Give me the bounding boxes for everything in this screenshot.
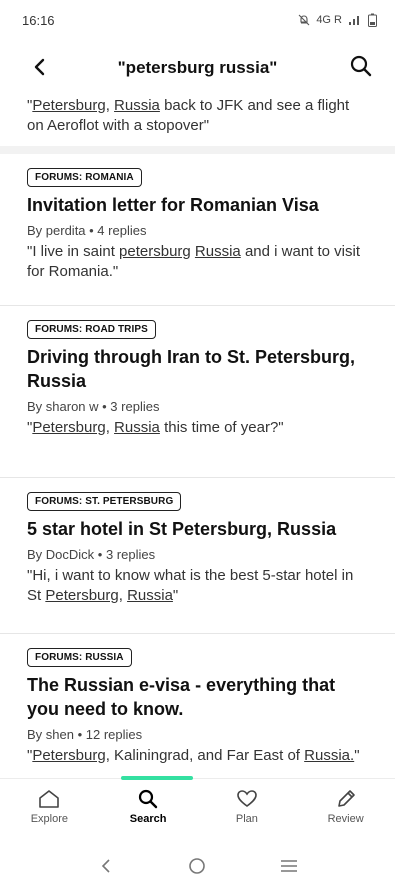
pencil-icon (337, 790, 355, 807)
highlight-term: petersburg (119, 243, 191, 260)
tab-label: Explore (30, 813, 69, 825)
result-meta: By shen • 12 replies (27, 727, 143, 742)
category-badge: FORUMS: RUSSIA (27, 648, 132, 667)
tab-review[interactable]: Review (296, 779, 395, 848)
result-meta: By perdita • 4 replies (27, 223, 147, 238)
snippet-text: , (105, 419, 115, 436)
highlight-term: Petersburg (45, 587, 119, 604)
snippet-text: " (172, 587, 179, 604)
result-title: Driving through Iran to St. Petersburg, … (27, 347, 356, 391)
snippet-text: , (118, 587, 128, 604)
result-snippet: "I live in saint petersburg Russia and i… (27, 242, 369, 282)
result-title: 5 star hotel in St Petersburg, Russia (27, 519, 337, 539)
tab-plan[interactable]: Plan (198, 779, 297, 848)
system-recents-button[interactable] (274, 854, 304, 878)
status-bar: 16:16 4G R (0, 0, 395, 40)
result-meta: By DocDick • 3 replies (27, 547, 156, 562)
highlight-term: Russia (114, 419, 160, 436)
result-item[interactable]: FORUMS: ROMANIA Invitation letter for Ro… (0, 154, 395, 306)
system-nav-bar (0, 848, 395, 883)
system-back-button[interactable] (91, 854, 121, 878)
home-icon (39, 790, 60, 808)
snippet-text: " (354, 747, 360, 764)
search-button[interactable] (347, 52, 375, 80)
back-button[interactable] (26, 54, 52, 80)
menu-icon (281, 859, 298, 872)
results-list: "Petersburg, Russia back to JFK and see … (0, 88, 395, 778)
active-tab-indicator (121, 776, 193, 780)
result-snippet: " Petersburg, Kaliningrad, and Far East o… (27, 746, 369, 766)
result-meta: By sharon w • 3 replies (27, 399, 160, 414)
status-icons: 4G R (298, 13, 377, 27)
circle-icon (189, 857, 206, 874)
tab-label: Review (327, 813, 364, 825)
page-title: "petersburg russia" (117, 58, 278, 77)
heart-icon (237, 790, 257, 807)
back-arrow-icon (101, 858, 110, 873)
chevron-left-icon (34, 58, 45, 76)
result-snippet: "Hi, i want to know what is the best 5-s… (27, 566, 369, 606)
result-item[interactable]: FORUMS: RUSSIA The Russian e-visa - ever… (0, 634, 395, 778)
system-home-button[interactable] (182, 854, 212, 878)
status-time: 16:16 (22, 12, 55, 28)
tab-explore[interactable]: Explore (0, 779, 99, 848)
snippet-text: , Kaliningrad, and Far East of (105, 747, 305, 764)
search-icon (139, 789, 158, 809)
result-snippet: "Petersburg, Russia this time of year?" (27, 418, 369, 438)
mute-icon (298, 14, 310, 26)
signal-icon (349, 16, 359, 25)
highlight-term: Russia (194, 243, 241, 260)
category-badge: FORUMS: ROMANIA (27, 168, 142, 187)
result-item[interactable]: "Petersburg, Russia back to JFK and see … (0, 88, 395, 154)
category-badge: FORUMS: ROAD TRIPS (27, 320, 156, 339)
snippet-text: "I live in saint (27, 243, 120, 260)
battery-icon (368, 13, 377, 27)
highlight-term: Russia (114, 97, 160, 114)
snippet-text: this time of year?" (159, 419, 284, 436)
category-badge: FORUMS: ST. PETERSBURG (27, 492, 182, 511)
highlight-term: Russia (127, 587, 173, 604)
search-header: "petersburg russia" (0, 48, 395, 88)
highlight-term: Russia. (304, 747, 355, 764)
highlight-term: Petersburg (32, 419, 106, 436)
tab-label: Plan (235, 813, 258, 825)
highlight-term: Petersburg (32, 97, 106, 114)
highlight-term: Petersburg (32, 747, 106, 764)
tab-label: Search (129, 813, 167, 825)
result-title: Invitation letter for Romanian Visa (27, 195, 319, 215)
snippet-text: , (105, 97, 115, 114)
result-item[interactable]: FORUMS: ROAD TRIPS Driving through Iran … (0, 306, 395, 478)
tab-search[interactable]: Search (99, 779, 198, 848)
result-title: The Russian e-visa - everything that you… (27, 675, 336, 719)
bottom-nav: Explore Search Plan Review (0, 776, 395, 848)
search-icon (350, 55, 372, 77)
result-item[interactable]: FORUMS: ST. PETERSBURG 5 star hotel in S… (0, 478, 395, 634)
network-label: 4G R (316, 14, 342, 26)
result-snippet: "Petersburg, Russia back to JFK and see … (27, 96, 369, 136)
